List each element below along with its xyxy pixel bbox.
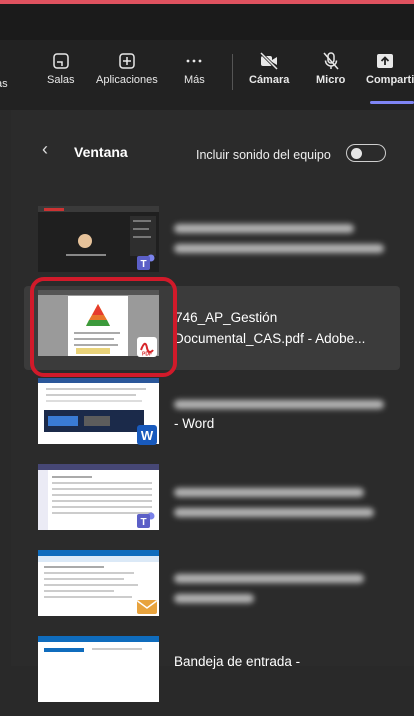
selection-highlight-annotation <box>30 277 177 377</box>
window-item-word[interactable]: W - Word <box>24 374 400 458</box>
window-thumbnail <box>38 636 159 702</box>
teams-app-icon: T <box>137 512 155 528</box>
title-bar <box>0 4 414 40</box>
blurred-window-title <box>174 224 354 233</box>
include-sound-toggle[interactable] <box>346 144 386 162</box>
back-chevron-icon[interactable]: ‹ <box>42 139 48 160</box>
toolbar-item-label: Cámara <box>249 74 290 86</box>
toolbar-item-label: Salas <box>47 74 75 86</box>
share-button[interactable]: Comparti <box>366 52 414 86</box>
toolbar-divider <box>232 54 233 90</box>
blurred-window-title <box>174 488 364 497</box>
toolbar-item-label: Aplicaciones <box>96 74 158 86</box>
share-active-indicator <box>370 101 414 104</box>
more-button[interactable]: Más <box>184 52 205 86</box>
rooms-button[interactable]: Salas <box>47 52 75 86</box>
more-icon <box>186 59 202 63</box>
window-item-teams-2[interactable]: T <box>24 460 400 544</box>
panel-title: Ventana <box>74 144 128 160</box>
rooms-icon <box>53 53 69 69</box>
window-title-line: Bandeja de entrada - <box>174 654 301 669</box>
window-title-line: - Word <box>174 416 215 431</box>
toolbar-item-label: Micro <box>316 74 346 86</box>
blurred-window-title <box>174 574 364 583</box>
blurred-window-title <box>174 594 254 603</box>
mic-off-icon <box>323 52 339 70</box>
camera-off-icon <box>260 52 279 70</box>
apps-button[interactable]: Aplicaciones <box>96 52 158 86</box>
camera-button[interactable]: Cámara <box>249 52 289 86</box>
mail-app-icon <box>137 600 157 614</box>
mic-button[interactable]: Micro <box>316 52 345 86</box>
share-icon <box>377 54 393 68</box>
toolbar-item-label: Comparti <box>366 74 414 86</box>
window-item-teams[interactable]: T <box>24 202 400 286</box>
toolbar-item-label: Más <box>184 74 205 86</box>
svg-text:W: W <box>141 428 154 443</box>
window-item-inbox[interactable]: Bandeja de entrada - <box>24 632 400 716</box>
toggle-knob <box>351 147 362 159</box>
window-title-line: 746_AP_Gestión <box>174 310 278 325</box>
blurred-window-title <box>174 508 374 517</box>
toolbar-item-partial[interactable]: as <box>0 78 8 90</box>
teams-app-icon: T <box>137 254 155 270</box>
include-sound-label: Incluir sonido del equipo <box>196 148 331 162</box>
window-title-line: Documental_CAS.pdf - Adobe... <box>174 331 366 346</box>
meeting-toolbar: as Salas Aplicaciones Más Cámara <box>0 40 414 110</box>
word-app-icon: W <box>137 425 157 445</box>
blurred-window-title <box>174 400 384 409</box>
window-item-outlook[interactable] <box>24 546 400 630</box>
blurred-window-title <box>174 244 384 253</box>
toolbar-item-label: as <box>0 78 8 90</box>
svg-text:T: T <box>140 259 146 270</box>
svg-text:T: T <box>140 517 146 528</box>
apps-icon <box>119 53 135 69</box>
